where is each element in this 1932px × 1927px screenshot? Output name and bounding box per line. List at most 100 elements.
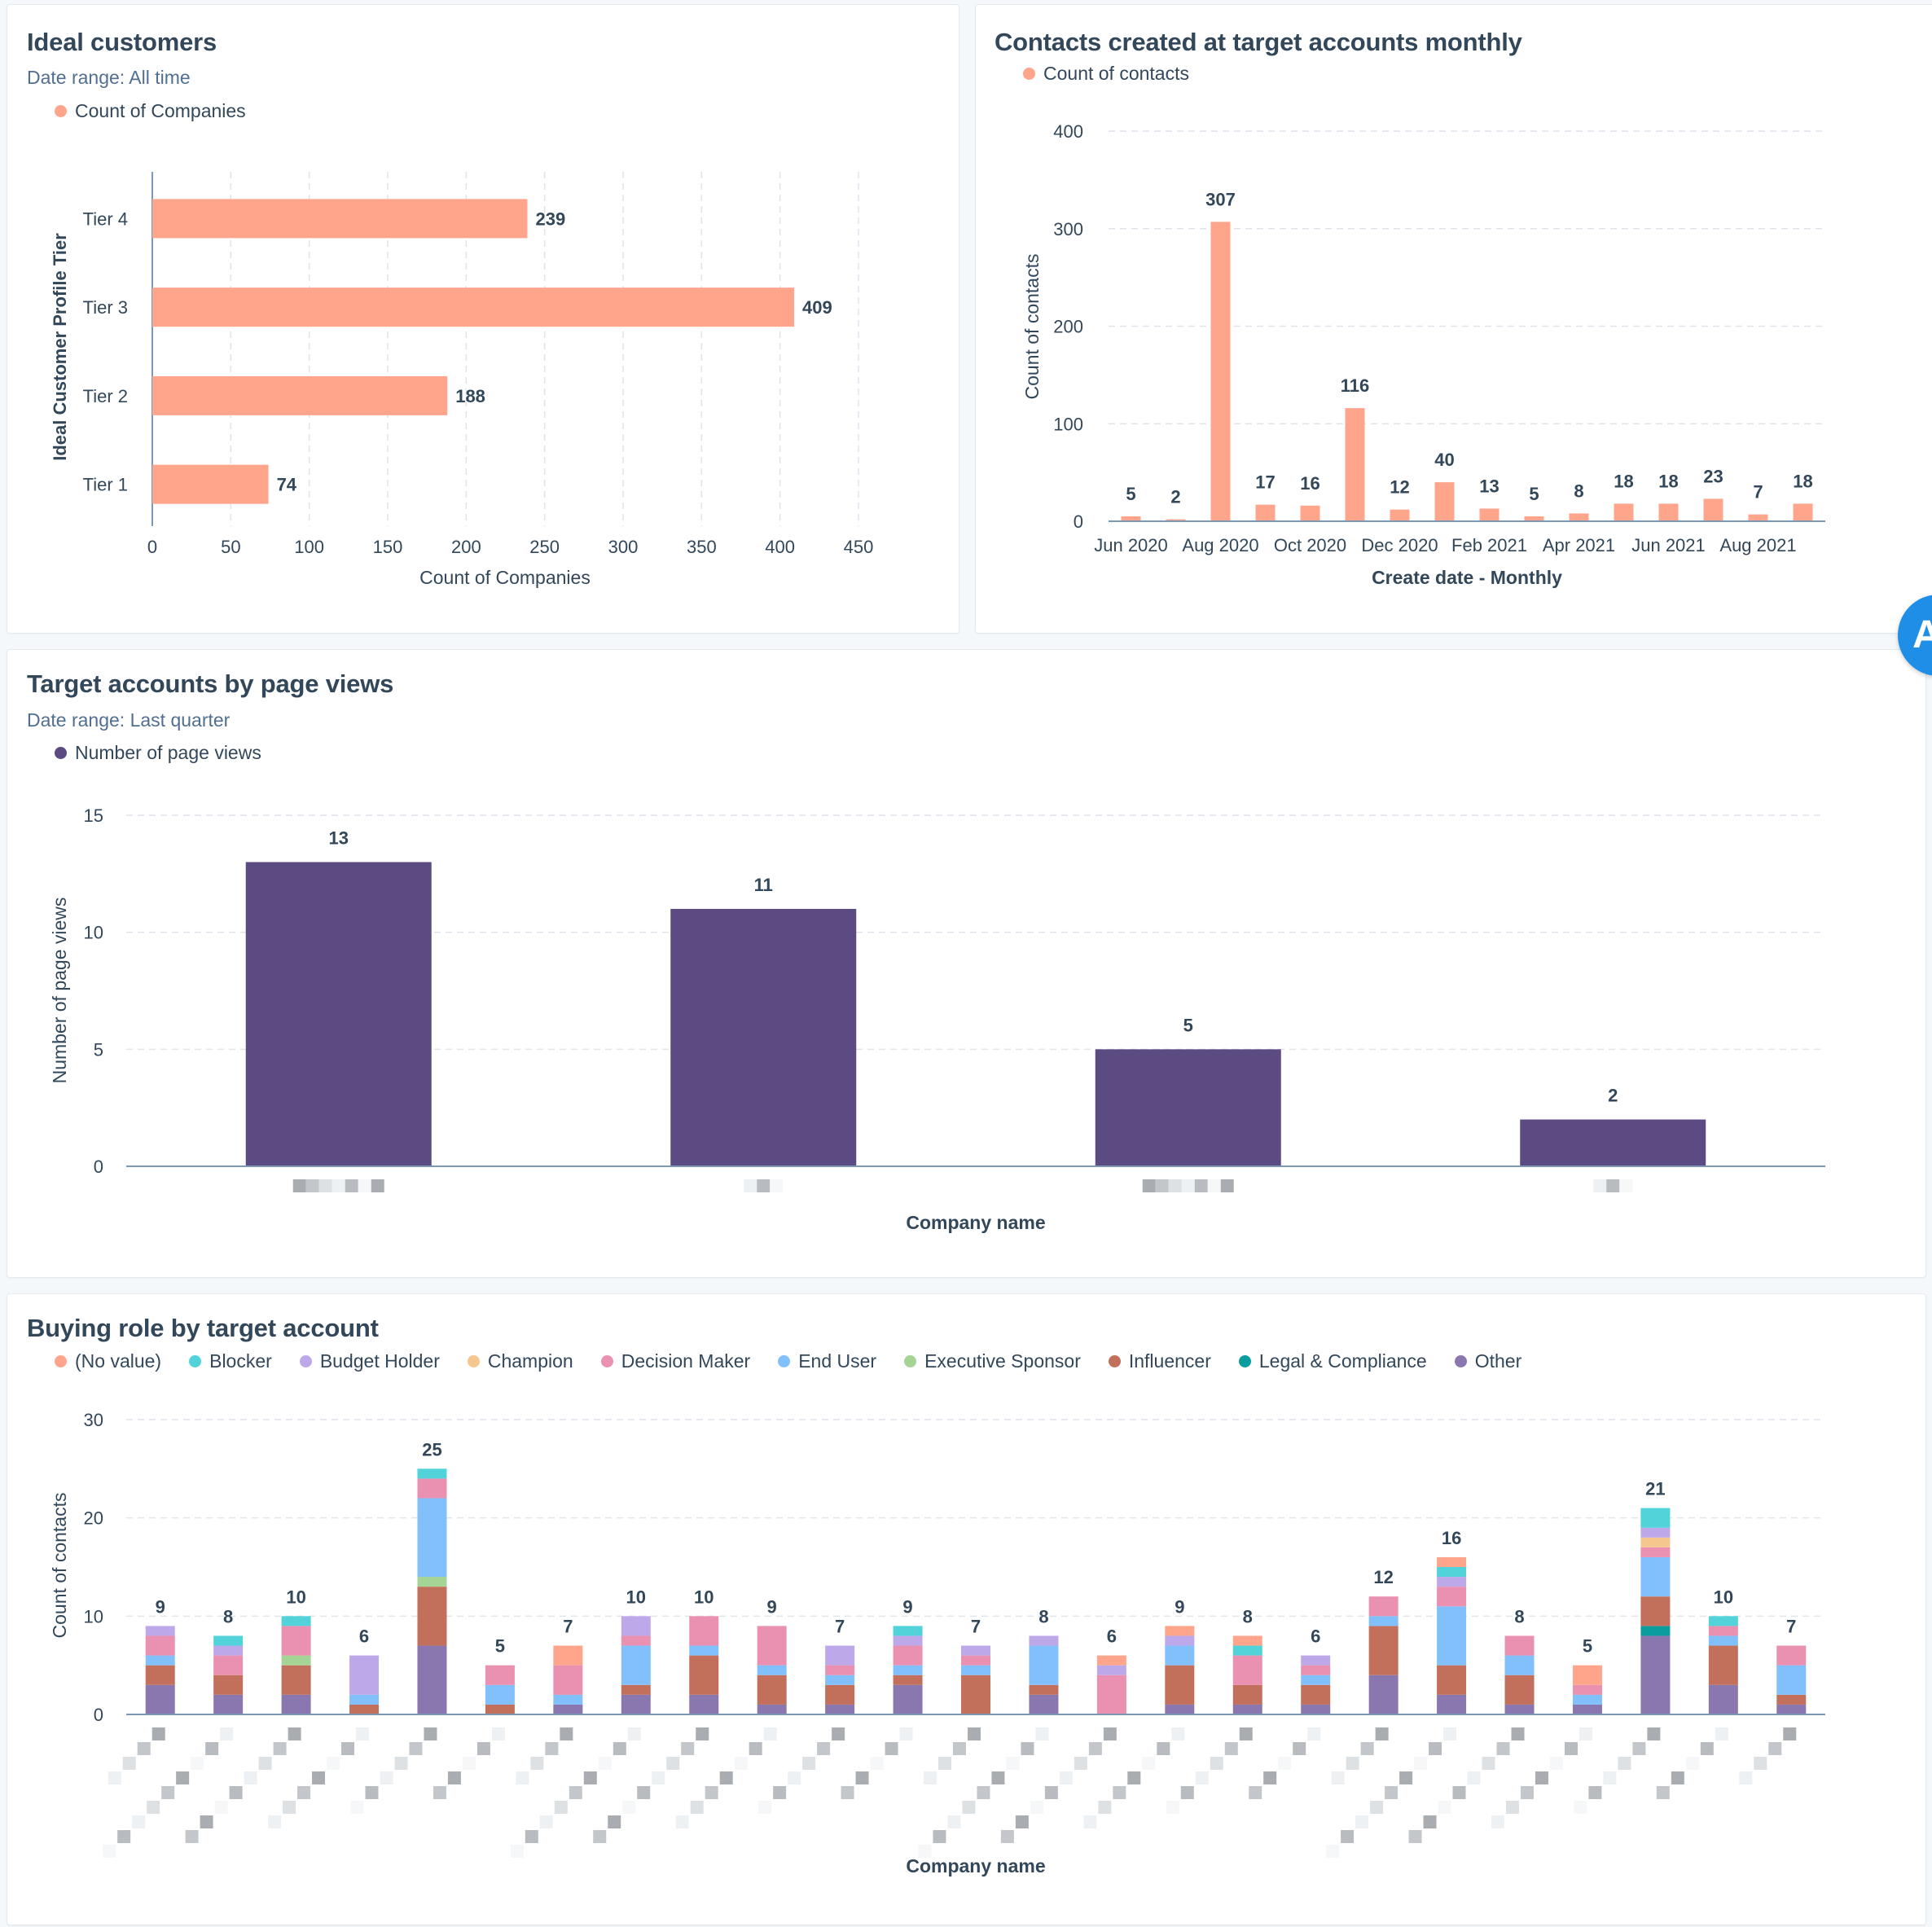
bar-segment — [757, 1704, 787, 1714]
bar-segment — [825, 1684, 855, 1705]
bar-segment — [1640, 1527, 1671, 1538]
x-tick-label: Apr 2021 — [1543, 535, 1615, 555]
data-label: 12 — [1373, 1567, 1393, 1587]
bar-segment — [689, 1655, 719, 1695]
bar-segment — [349, 1704, 380, 1714]
x-tick-label: 200 — [451, 537, 481, 557]
data-label: 9 — [156, 1596, 165, 1617]
contacts-monthly-chart: 0 100 200 300 400 5 Jun 2020 2 307 Aug 2020 17 16 Oc… — [1021, 121, 1825, 588]
bar — [1658, 503, 1679, 521]
buying-role-chart: 0 10 20 30 9 8 10 6 25 5 7 10 10 9 7 9 7 8 6 9 8 6 12 16 8 5 21 10 7… — [49, 1410, 1825, 1877]
bar-segment — [621, 1616, 651, 1636]
data-label: 74 — [277, 475, 297, 495]
bar — [1434, 482, 1455, 521]
bar-segment — [825, 1675, 855, 1685]
bar-segment — [1708, 1645, 1738, 1685]
redacted-category-label — [1326, 1727, 1457, 1858]
bar-segment — [689, 1694, 719, 1714]
bar-segment — [213, 1655, 244, 1675]
data-label: 18 — [1614, 471, 1633, 491]
redacted-category-label — [516, 1727, 573, 1784]
data-label: 5 — [1183, 1015, 1193, 1035]
x-tick-label: 400 — [765, 537, 795, 557]
data-label: 6 — [1311, 1626, 1320, 1647]
bar-segment — [1437, 1556, 1467, 1567]
bar-segment — [621, 1635, 651, 1646]
data-label: 5 — [495, 1636, 505, 1657]
bar-segment — [825, 1645, 855, 1666]
bar — [1703, 498, 1723, 521]
data-label: 7 — [835, 1617, 845, 1637]
data-label: 5 — [1583, 1636, 1592, 1657]
x-axis-title: Company name — [906, 1855, 1045, 1877]
x-axis-title: Company name — [906, 1212, 1045, 1233]
bar-segment — [1640, 1626, 1671, 1636]
bar — [1793, 503, 1813, 521]
bar-segment — [1368, 1626, 1399, 1675]
redacted-category-label — [924, 1727, 981, 1784]
data-label: 10 — [286, 1587, 305, 1607]
bar-segment — [1708, 1684, 1738, 1714]
bar-segment — [1165, 1645, 1195, 1666]
bar — [152, 464, 269, 504]
x-tick-label: 0 — [147, 537, 157, 557]
bar — [670, 908, 857, 1166]
bar-segment — [1640, 1556, 1671, 1597]
data-label: 18 — [1793, 471, 1812, 491]
bar — [1479, 508, 1499, 521]
data-label: 6 — [359, 1626, 369, 1647]
bar-segment — [281, 1655, 311, 1666]
bar-segment — [825, 1704, 855, 1714]
data-label: 7 — [1753, 482, 1763, 503]
bar-segment — [1572, 1694, 1602, 1705]
data-label: 23 — [1703, 466, 1723, 486]
data-label: 9 — [1175, 1596, 1184, 1617]
y-tick-label: 30 — [84, 1410, 103, 1430]
bar-segment — [1504, 1635, 1535, 1656]
y-tick-label: 0 — [94, 1157, 103, 1177]
bar-segment — [1029, 1635, 1059, 1646]
redacted-category-label — [103, 1727, 234, 1858]
bar — [1095, 1049, 1281, 1166]
data-label: 21 — [1645, 1479, 1665, 1499]
data-label: 307 — [1205, 189, 1236, 209]
bar-segment — [1640, 1547, 1671, 1557]
bar-segment — [1437, 1606, 1467, 1666]
bar-segment — [1368, 1616, 1399, 1626]
data-label: 13 — [329, 827, 349, 848]
y-tick-label: Tier 4 — [83, 209, 128, 229]
y-tick-label: Tier 2 — [83, 386, 128, 406]
bar-segment — [1029, 1645, 1059, 1685]
bar-segment — [1504, 1675, 1535, 1705]
data-label: 7 — [563, 1617, 573, 1637]
bar-segment — [1301, 1675, 1331, 1685]
data-label: 5 — [1126, 484, 1135, 504]
x-tick-label: 450 — [844, 537, 874, 557]
redacted-category-label — [593, 1727, 709, 1843]
bar-segment — [1096, 1675, 1126, 1714]
data-label: 8 — [1574, 481, 1583, 501]
bar-segment — [1165, 1635, 1195, 1646]
bar-segment — [1232, 1635, 1262, 1646]
data-label: 16 — [1442, 1528, 1461, 1548]
bar-segment — [1437, 1587, 1467, 1607]
y-tick-label: 15 — [84, 805, 103, 826]
bar-segment — [1437, 1665, 1467, 1695]
bar-segment — [145, 1684, 175, 1714]
bar-segment — [553, 1704, 583, 1714]
bar — [152, 288, 795, 327]
data-label: 13 — [1479, 476, 1499, 496]
page-views-panel: Target accounts by page views Date range… — [7, 649, 1926, 1278]
bar-segment — [1165, 1665, 1195, 1705]
redacted-category-label — [744, 1179, 784, 1192]
bar-segment — [757, 1626, 787, 1666]
bar-segment — [1232, 1684, 1262, 1705]
redacted-category-label — [1739, 1727, 1797, 1784]
data-label: 8 — [223, 1606, 233, 1626]
bar-segment — [825, 1665, 855, 1675]
bar-segment — [1165, 1704, 1195, 1714]
data-label: 2 — [1170, 487, 1180, 507]
data-label: 8 — [1514, 1606, 1524, 1626]
bar-segment — [281, 1616, 311, 1626]
bar — [1748, 514, 1768, 521]
